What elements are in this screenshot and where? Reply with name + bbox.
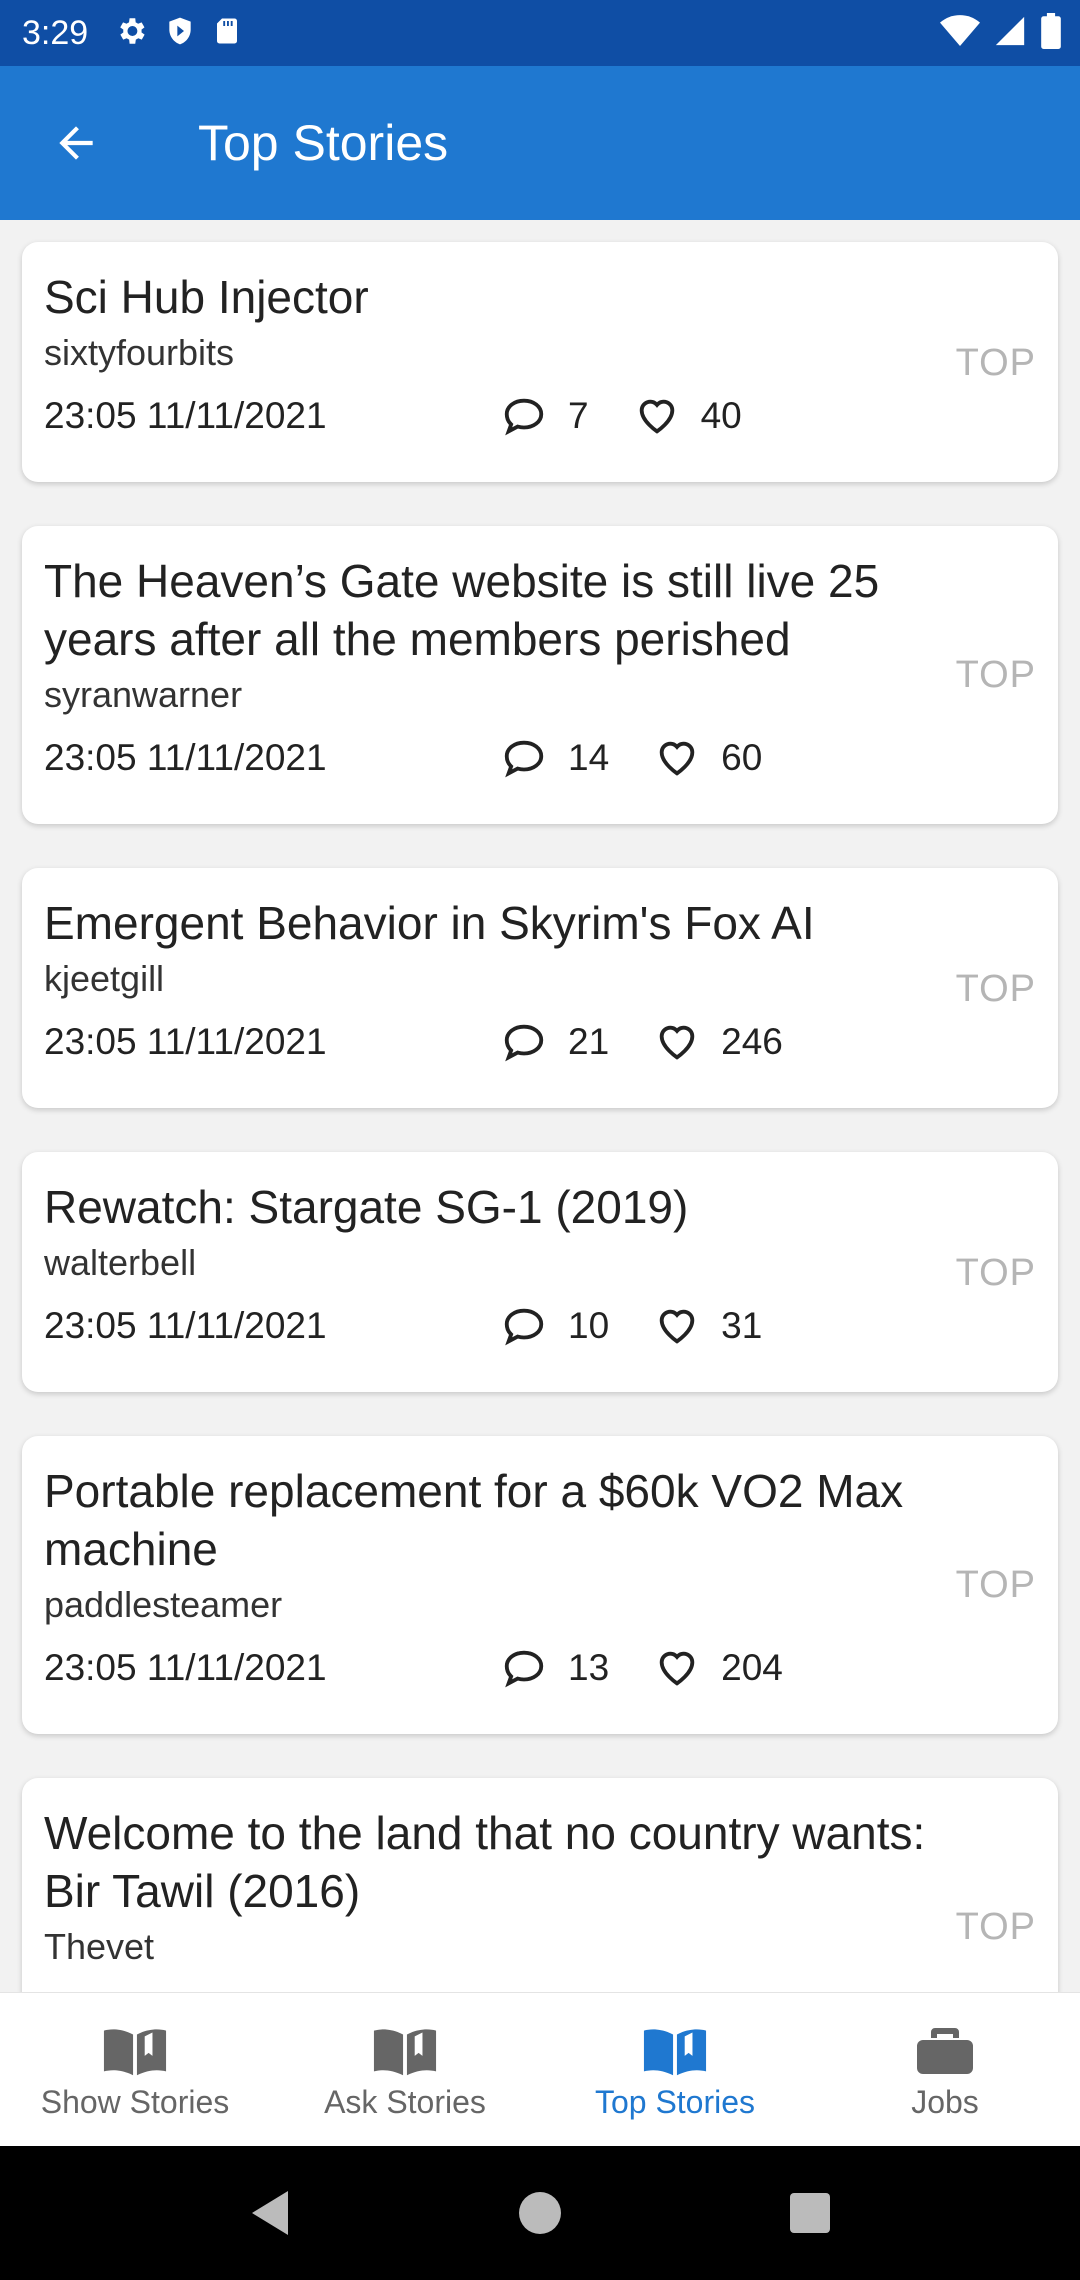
nav-label: Top Stories — [594, 2083, 756, 2120]
nav-label: Show Stories — [40, 2083, 230, 2120]
comment-icon — [500, 734, 548, 782]
story-card[interactable]: Rewatch: Stargate SG-1 (2019) walterbell… — [22, 1152, 1058, 1392]
back-button[interactable] — [36, 103, 116, 183]
comment-icon — [500, 392, 548, 440]
comments-count[interactable]: 7 — [500, 392, 589, 440]
nav-label: Ask Stories — [324, 2083, 486, 2120]
bottom-navigation: Show Stories Ask Stories Top Stories Job… — [0, 1992, 1080, 2147]
story-author: sixtyfourbits — [44, 332, 235, 373]
comments-value: 14 — [568, 737, 610, 778]
square-recents-icon — [790, 2193, 830, 2233]
heart-icon — [653, 734, 701, 782]
likes-value: 246 — [721, 1021, 783, 1062]
briefcase-icon — [915, 2020, 975, 2080]
system-recents-button[interactable] — [675, 2193, 945, 2233]
comments-count[interactable]: 14 — [500, 734, 609, 782]
system-navigation-bar — [0, 2146, 1080, 2280]
book-icon — [372, 2020, 438, 2080]
comment-icon — [500, 1302, 548, 1350]
story-tag: TOP — [955, 1906, 1036, 1948]
story-tag: TOP — [955, 1564, 1036, 1606]
story-card[interactable]: Sci Hub Injector sixtyfourbits 23:05 11/… — [22, 242, 1058, 482]
story-author: paddlesteamer — [44, 1584, 283, 1625]
story-meta: 23:05 11/11/2021 10 31 — [44, 1302, 1036, 1350]
comments-value: 21 — [568, 1021, 610, 1062]
story-author: walterbell — [44, 1242, 197, 1283]
circle-home-icon — [519, 2192, 561, 2234]
shield-icon — [164, 14, 196, 53]
arrow-left-icon — [59, 126, 93, 160]
story-tag: TOP — [955, 1252, 1036, 1294]
comments-count[interactable]: 21 — [500, 1018, 609, 1066]
signal-icon — [992, 14, 1028, 53]
sd-card-icon — [212, 14, 242, 53]
story-meta: 23:05 11/11/2021 14 60 — [44, 734, 1036, 782]
nav-show-stories[interactable]: Show Stories — [0, 1993, 270, 2147]
heart-icon — [653, 1018, 701, 1066]
likes-value: 31 — [721, 1305, 763, 1346]
system-home-button[interactable] — [405, 2192, 675, 2234]
story-time: 23:05 11/11/2021 — [44, 1647, 327, 1688]
story-title[interactable]: Welcome to the land that no country want… — [44, 1804, 994, 1920]
status-time: 3:29 — [22, 13, 89, 52]
likes-count[interactable]: 31 — [653, 1302, 762, 1350]
page-title: Top Stories — [198, 115, 449, 171]
nav-ask-stories[interactable]: Ask Stories — [270, 1993, 540, 2147]
story-time: 23:05 11/11/2021 — [44, 737, 327, 778]
heart-icon — [653, 1302, 701, 1350]
comments-value: 7 — [568, 395, 589, 436]
likes-count[interactable]: 40 — [633, 392, 742, 440]
story-author: kjeetgill — [44, 958, 165, 999]
triangle-back-icon — [252, 2191, 288, 2235]
system-back-button[interactable] — [135, 2189, 405, 2237]
comments-value: 10 — [568, 1305, 610, 1346]
heart-icon — [653, 1644, 701, 1692]
comment-icon — [500, 1644, 548, 1692]
heart-icon — [633, 392, 681, 440]
nav-label: Jobs — [911, 2083, 979, 2120]
story-card[interactable]: Welcome to the land that no country want… — [22, 1778, 1058, 1992]
story-meta: 23:05 11/11/2021 7 40 — [44, 392, 1036, 440]
story-card[interactable]: Emergent Behavior in Skyrim's Fox AI kje… — [22, 868, 1058, 1108]
story-author: Thevet — [44, 1926, 155, 1967]
story-time: 23:05 11/11/2021 — [44, 1021, 327, 1062]
story-title[interactable]: Portable replacement for a $60k VO2 Max … — [44, 1462, 994, 1578]
likes-value: 204 — [721, 1647, 783, 1688]
likes-count[interactable]: 204 — [653, 1644, 783, 1692]
nav-top-stories[interactable]: Top Stories — [540, 1993, 810, 2147]
comment-icon — [500, 1018, 548, 1066]
status-bar: 3:29 — [0, 0, 1080, 66]
settings-icon — [114, 14, 148, 53]
story-title[interactable]: Rewatch: Stargate SG-1 (2019) — [44, 1178, 994, 1236]
likes-count[interactable]: 246 — [653, 1018, 783, 1066]
wifi-icon — [940, 14, 980, 53]
comments-value: 13 — [568, 1647, 610, 1688]
battery-icon — [1040, 12, 1062, 54]
app-bar: Top Stories — [0, 66, 1080, 220]
book-icon — [102, 2020, 168, 2080]
story-title[interactable]: Emergent Behavior in Skyrim's Fox AI — [44, 894, 994, 952]
story-list[interactable]: Sci Hub Injector sixtyfourbits 23:05 11/… — [0, 220, 1080, 1992]
story-card[interactable]: Portable replacement for a $60k VO2 Max … — [22, 1436, 1058, 1734]
story-title[interactable]: The Heaven’s Gate website is still live … — [44, 552, 994, 668]
story-title[interactable]: Sci Hub Injector — [44, 268, 994, 326]
likes-value: 40 — [700, 395, 742, 436]
likes-count[interactable]: 60 — [653, 734, 762, 782]
story-tag: TOP — [955, 654, 1036, 696]
likes-value: 60 — [721, 737, 763, 778]
story-author: syranwarner — [44, 674, 243, 715]
book-icon — [642, 2020, 708, 2080]
comments-count[interactable]: 13 — [500, 1644, 609, 1692]
story-meta: 23:05 11/11/2021 13 204 — [44, 1644, 1036, 1692]
comments-count[interactable]: 10 — [500, 1302, 609, 1350]
story-tag: TOP — [955, 342, 1036, 384]
story-card[interactable]: The Heaven’s Gate website is still live … — [22, 526, 1058, 824]
story-meta: 23:05 11/11/2021 21 246 — [44, 1018, 1036, 1066]
story-tag: TOP — [955, 968, 1036, 1010]
story-time: 23:05 11/11/2021 — [44, 1305, 327, 1346]
story-time: 23:05 11/11/2021 — [44, 395, 327, 436]
nav-jobs[interactable]: Jobs — [810, 1993, 1080, 2147]
